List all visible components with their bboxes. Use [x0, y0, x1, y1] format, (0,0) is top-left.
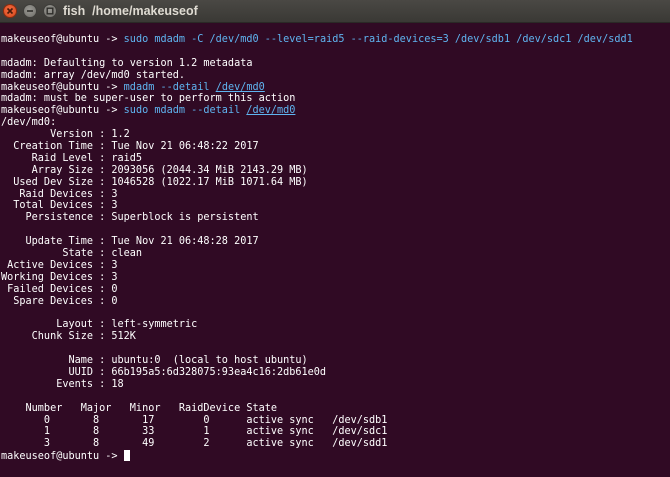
output-line: Raid Devices : 3: [1, 188, 118, 200]
shell-prompt: makeuseof@ubuntu ->: [1, 105, 124, 117]
output-line: Working Devices : 3: [1, 271, 118, 283]
output-line: UUID : 66b195a5:6d328075:93ea4c16:2db61e…: [1, 366, 327, 378]
output-line: Version : 1.2: [1, 129, 130, 141]
output-line: mdadm: array /dev/md0 started.: [1, 69, 186, 81]
output-line: Name : ubuntu:0 (local to host ubuntu): [1, 355, 308, 367]
output-line: Spare Devices : 0: [1, 295, 118, 307]
output-line: Active Devices : 3: [1, 259, 118, 271]
command-line: makeuseof@ubuntu -> sudo mdadm -C /dev/m…: [1, 34, 670, 46]
minimize-icon: [27, 10, 33, 12]
command-text: mdadm --detail: [123, 81, 216, 93]
text-cursor: [123, 450, 130, 462]
output-line: 1 8 33 1 active sync /dev/sdc1: [1, 426, 388, 438]
output-line: Update Time : Tue Nov 21 06:48:28 2017: [1, 236, 259, 248]
output-line: Used Dev Size : 1046528 (1022.17 MiB 107…: [1, 176, 308, 188]
command-text: sudo mdadm --detail: [123, 105, 247, 117]
output-line: Events : 18: [1, 378, 124, 390]
output-line: mdadm: must be super-user to perform thi…: [1, 93, 296, 105]
shell-prompt: makeuseof@ubuntu ->: [1, 81, 124, 93]
path-link[interactable]: /dev/md0: [246, 105, 295, 116]
minimize-window-button[interactable]: [23, 4, 37, 18]
close-icon: [6, 7, 14, 15]
output-line: 0 8 17 0 active sync /dev/sdb1: [1, 414, 388, 426]
output-line: State : clean: [1, 248, 143, 260]
output-line: 3 8 49 2 active sync /dev/sdd1: [1, 438, 388, 450]
path-link[interactable]: /dev/md0: [216, 82, 265, 93]
maximize-icon: [46, 7, 54, 15]
title-bar: fish /home/makeuseof: [0, 0, 670, 23]
output-line: Persistence : Superblock is persistent: [1, 212, 259, 224]
output-line: mdadm: Defaulting to version 1.2 metadat…: [1, 57, 253, 69]
output-line: Raid Level : raid5: [1, 152, 143, 164]
command-line: makeuseof@ubuntu -> sudo mdadm --detail …: [1, 105, 670, 117]
command-line: makeuseof@ubuntu ->: [1, 450, 670, 462]
output-line: Creation Time : Tue Nov 21 06:48:22 2017: [1, 141, 259, 153]
output-line: Array Size : 2093056 (2044.34 MiB 2143.2…: [1, 164, 308, 176]
output-line: Total Devices : 3: [1, 200, 118, 212]
window-title: fish /home/makeuseof: [63, 4, 198, 18]
maximize-window-button[interactable]: [43, 4, 57, 18]
terminal-output[interactable]: makeuseof@ubuntu -> sudo mdadm -C /dev/m…: [1, 34, 670, 462]
command-line: makeuseof@ubuntu -> mdadm --detail /dev/…: [1, 82, 670, 94]
output-line: Chunk Size : 512K: [1, 331, 136, 343]
command-text: sudo mdadm -C /dev/md0 --level=raid5 --r…: [123, 34, 633, 45]
shell-prompt: makeuseof@ubuntu ->: [1, 34, 124, 45]
output-line: Layout : left-symmetric: [1, 319, 198, 331]
shell-prompt: makeuseof@ubuntu ->: [1, 451, 124, 463]
output-line: Failed Devices : 0: [1, 283, 118, 295]
output-line: /dev/md0:: [1, 117, 57, 129]
close-window-button[interactable]: [3, 4, 17, 18]
output-line: Number Major Minor RaidDevice State: [1, 402, 278, 414]
